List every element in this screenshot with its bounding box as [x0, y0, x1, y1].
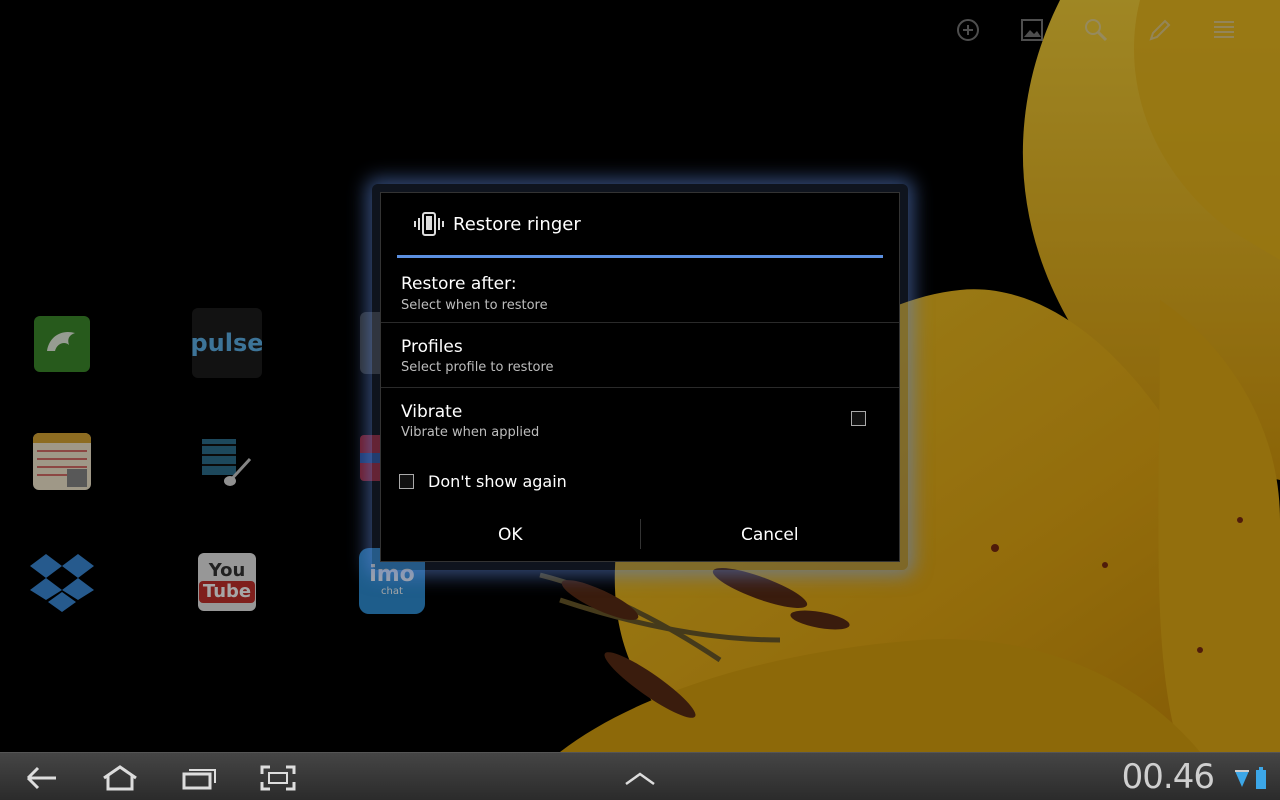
restore-after-item[interactable]: Restore after: Select when to restore [381, 258, 899, 323]
edit-icon[interactable] [1128, 12, 1192, 48]
chevron-up-icon [625, 772, 655, 786]
wifi-icon [1235, 770, 1249, 787]
recent-apps-icon [182, 769, 216, 790]
dolphin-browser-app[interactable] [34, 316, 90, 372]
notes-app[interactable] [33, 433, 91, 490]
vibrate-item[interactable]: Vibrate Vibrate when applied [381, 388, 899, 453]
profiles-item[interactable]: Profiles Select profile to restore [381, 323, 899, 388]
all-apps-icon[interactable] [1192, 12, 1256, 48]
notifications-toggle[interactable] [612, 761, 668, 795]
dont-show-again-row[interactable]: Don't show again [399, 469, 567, 493]
status-area[interactable] [1234, 767, 1266, 789]
battery-icon [1256, 767, 1266, 789]
youtube-tube: Tube [198, 581, 256, 603]
restore-after-title: Restore after: [401, 274, 517, 294]
recent-apps-button[interactable] [172, 761, 228, 795]
dont-show-again-checkbox[interactable] [399, 473, 414, 489]
search-icon[interactable] [1064, 12, 1128, 48]
vibrate-summary: Vibrate when applied [401, 425, 540, 440]
youtube-you: You [208, 560, 246, 581]
restore-after-summary: Select when to restore [401, 298, 548, 313]
film-guitar-icon [202, 439, 252, 486]
dialog-buttons: OK Cancel [381, 509, 899, 561]
dolphin-icon [47, 331, 75, 351]
system-bar: 00.46 [0, 752, 1280, 800]
imo-sublabel: chat [381, 586, 403, 597]
profiles-summary: Select profile to restore [401, 360, 554, 375]
launcher-actions [936, 12, 1256, 48]
dialog-title: Restore ringer [453, 213, 581, 235]
pulse-logo: pulse [192, 329, 262, 357]
home-icon [103, 765, 137, 791]
wallpaper-icon[interactable] [1000, 12, 1064, 48]
ok-button[interactable]: OK [381, 509, 640, 561]
dropbox-icon [30, 554, 94, 612]
notes-icon [33, 433, 91, 487]
back-button[interactable] [14, 761, 70, 795]
home-button[interactable] [92, 761, 148, 795]
restore-ringer-dialog: Restore ringer Restore after: Select whe… [380, 192, 900, 562]
dont-show-again-label: Don't show again [428, 471, 567, 491]
vibrate-ringer-icon [414, 212, 444, 236]
home-screen: pulse You Tube imo chat Restore ringer R… [0, 0, 1280, 800]
profiles-title: Profiles [401, 337, 463, 357]
youtube-app[interactable]: You Tube [198, 553, 256, 611]
screenshot-button[interactable] [250, 761, 306, 795]
video-player-app[interactable] [198, 435, 256, 489]
vibrate-checkbox[interactable] [851, 411, 866, 426]
pulse-app[interactable]: pulse [192, 308, 262, 378]
cancel-button[interactable]: Cancel [641, 509, 900, 561]
clock: 00.46 [1121, 757, 1215, 797]
dialog-title-bar: Restore ringer [381, 193, 899, 255]
screenshot-icon [260, 765, 296, 791]
back-icon [26, 766, 56, 790]
vibrate-title: Vibrate [401, 402, 463, 422]
dropbox-app[interactable] [28, 550, 96, 614]
add-icon[interactable] [936, 12, 1000, 48]
